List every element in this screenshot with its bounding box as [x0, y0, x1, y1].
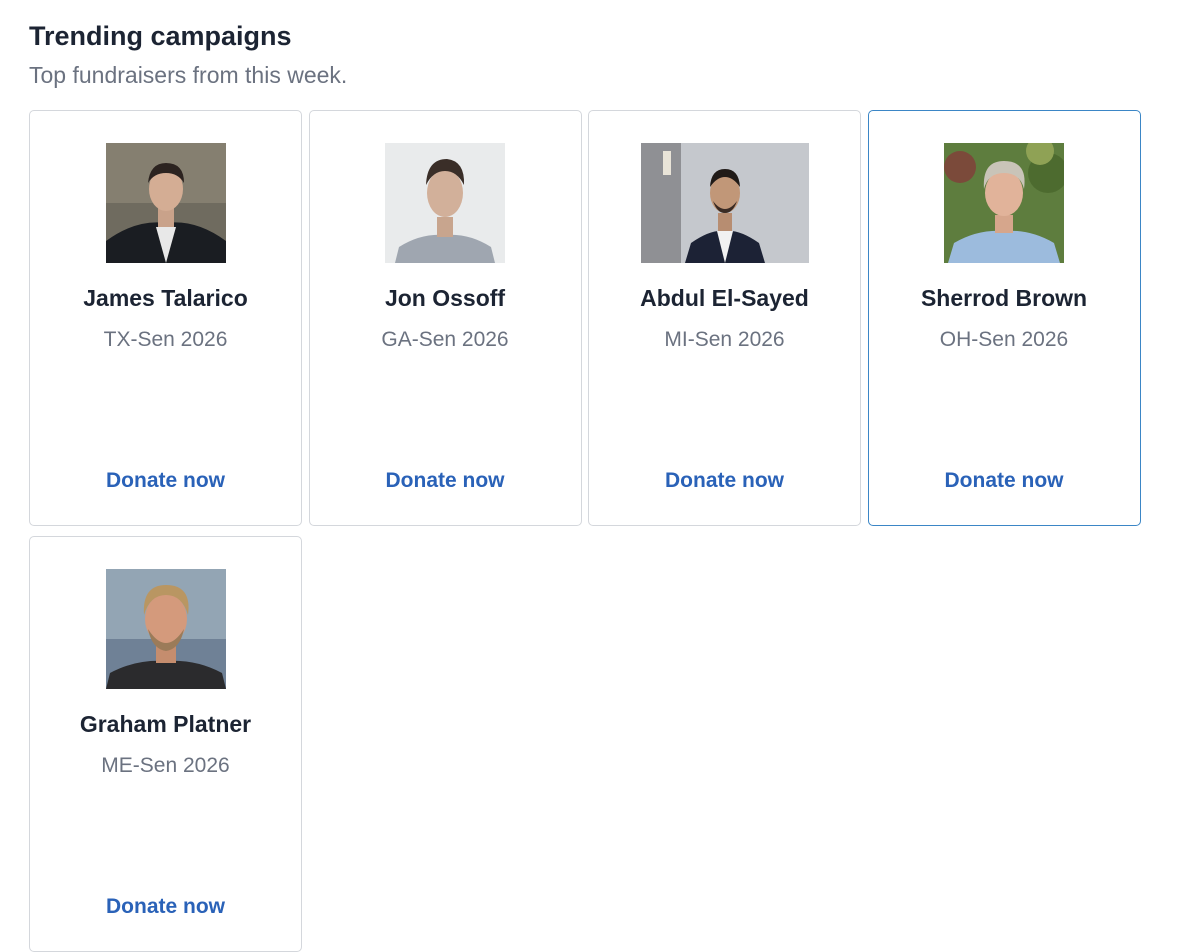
campaign-card-jon-ossoff[interactable]: Jon Ossoff GA-Sen 2026 Donate now [308, 110, 582, 526]
candidate-photo [640, 143, 809, 263]
donate-button[interactable]: Donate now [589, 466, 860, 496]
donate-button[interactable]: Donate now [30, 892, 301, 922]
campaign-race: OH-Sen 2026 [939, 328, 1069, 351]
candidate-name: Jon Ossoff [384, 285, 506, 311]
section-title: Trending campaigns [29, 21, 292, 51]
donate-button[interactable]: Donate now [869, 466, 1140, 496]
campaign-race: GA-Sen 2026 [381, 328, 509, 351]
campaign-card-sherrod-brown[interactable]: Sherrod Brown OH-Sen 2026 Donate now [867, 110, 1141, 526]
candidate-name: Sherrod Brown [920, 285, 1088, 311]
campaign-race: ME-Sen 2026 [101, 754, 230, 777]
campaign-grid: James Talarico TX-Sen 2026 Donate now Jo… [29, 110, 1141, 952]
candidate-name: Graham Platner [79, 711, 252, 737]
campaign-card-abdul-el-sayed[interactable]: Abdul El-Sayed MI-Sen 2026 Donate now [588, 110, 861, 526]
campaign-race: TX-Sen 2026 [103, 328, 228, 351]
candidate-photo [105, 143, 226, 263]
campaign-card-graham-platner[interactable]: Graham Platner ME-Sen 2026 Donate now [29, 536, 302, 952]
candidate-photo [944, 143, 1064, 263]
candidate-photo [105, 569, 226, 689]
candidate-photo [385, 143, 505, 263]
candidate-name: Abdul El-Sayed [640, 285, 809, 311]
section-subtitle: Top fundraisers from this week. [29, 62, 348, 88]
campaign-race: MI-Sen 2026 [664, 328, 785, 351]
trending-campaigns-section: Trending campaigns Top fundraisers from … [0, 0, 1200, 952]
campaign-card-james-talarico[interactable]: James Talarico TX-Sen 2026 Donate now [29, 110, 302, 526]
donate-button[interactable]: Donate now [30, 466, 301, 496]
donate-button[interactable]: Donate now [310, 466, 581, 496]
candidate-name: James Talarico [83, 285, 248, 311]
